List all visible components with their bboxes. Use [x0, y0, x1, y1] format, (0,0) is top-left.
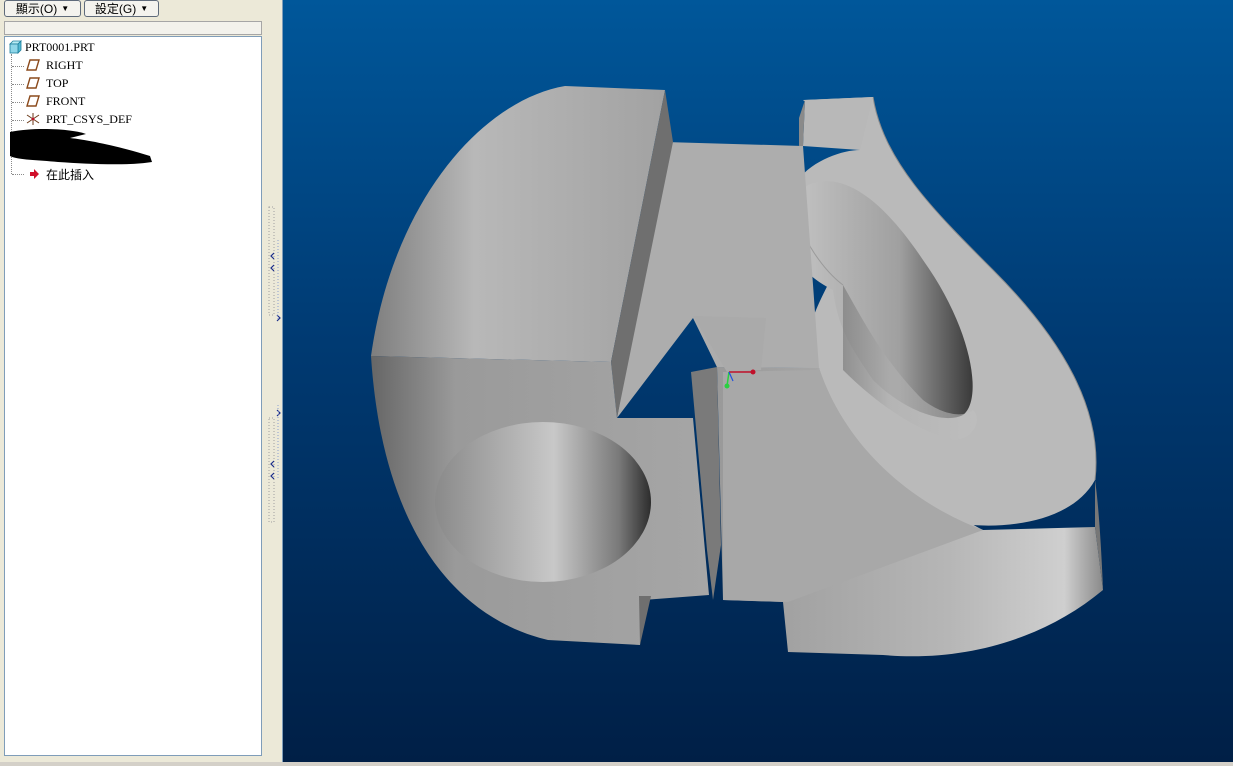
tree-item-label: 在此插入	[46, 167, 95, 182]
redacted-features	[10, 128, 152, 165]
insert-arrow-icon	[30, 169, 39, 179]
tree-item-label: RIGHT	[46, 57, 83, 72]
tree-item-front[interactable]: FRONT	[26, 93, 85, 109]
tree-item-label: TOP	[46, 75, 69, 90]
tree-connector	[12, 66, 24, 67]
display-menu-button[interactable]: 顯示(O) ▼	[4, 0, 81, 17]
tree-connector	[12, 174, 24, 175]
model-tree-panel: 顯示(O) ▼ 設定(G) ▼ PRT0001.PRT RIGHT TOP FR…	[0, 0, 268, 762]
coordinate-system-icon	[26, 113, 40, 125]
tree-connector	[12, 102, 24, 103]
tree-item-csys[interactable]: PRT_CSYS_DEF	[26, 111, 132, 127]
tree-item-label: PRT_CSYS_DEF	[46, 111, 132, 126]
tree-item-top[interactable]: TOP	[26, 75, 68, 91]
part-left-bore	[435, 422, 651, 582]
part-slot-cut	[693, 316, 766, 372]
settings-menu-button[interactable]: 設定(G) ▼	[84, 0, 159, 17]
tree-item-label: FRONT	[46, 93, 86, 108]
panel-splitter[interactable]	[262, 0, 283, 762]
tree-item-insert-here[interactable]: 在此插入	[26, 166, 94, 182]
tree-item-right[interactable]: RIGHT	[26, 57, 83, 73]
display-menu-label: 顯示(O)	[15, 2, 58, 16]
tree-connector	[12, 84, 24, 85]
graphics-viewport[interactable]	[283, 0, 1233, 762]
datum-plane-icon	[26, 59, 40, 71]
datum-plane-icon	[26, 77, 40, 89]
splitter-grip	[268, 206, 281, 523]
datum-plane-icon	[26, 95, 40, 107]
settings-menu-label: 設定(G)	[94, 2, 137, 16]
dropdown-arrow-icon: ▼	[140, 3, 149, 13]
part-left-notch	[639, 596, 651, 645]
part-icon	[9, 40, 22, 54]
tree-filter-strip[interactable]	[4, 21, 262, 35]
dropdown-arrow-icon: ▼	[61, 3, 70, 13]
tree-root-item[interactable]: PRT0001.PRT	[8, 39, 95, 55]
part-3d-model	[371, 86, 1103, 657]
model-tree-toolbar: 顯示(O) ▼ 設定(G) ▼	[0, 0, 268, 20]
tree-root-label: PRT0001.PRT	[25, 39, 95, 54]
tree-connector	[12, 120, 24, 121]
